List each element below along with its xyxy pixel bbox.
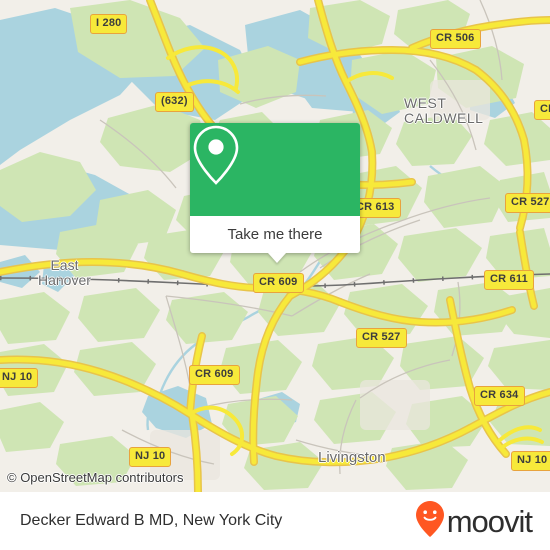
location-popup[interactable]: Take me there bbox=[190, 123, 360, 263]
road-shield-nj-10-center[interactable]: NJ 10 bbox=[129, 447, 172, 467]
popup-tail bbox=[268, 253, 286, 263]
footer-bar: Decker Edward B MD, New York City moovit bbox=[0, 492, 550, 550]
moovit-wordmark: moovit bbox=[446, 503, 533, 539]
place-label-east-hanover: East Hanover bbox=[38, 257, 91, 288]
road-shield-cr-506[interactable]: CR 506 bbox=[430, 29, 481, 49]
road-shield-cr-634[interactable]: CR 634 bbox=[474, 386, 525, 406]
popup-pin-area bbox=[190, 123, 360, 216]
road-shield-nj-10-west[interactable]: NJ 10 bbox=[0, 368, 39, 388]
take-me-there-label: Take me there bbox=[227, 226, 323, 243]
road-shield-i-280[interactable]: I 280 bbox=[90, 14, 128, 34]
road-shield-nj-10-east[interactable]: NJ 10 bbox=[511, 451, 550, 471]
map-screenshot-root: WEST CALDWELL East Hanover Livingston I … bbox=[0, 0, 550, 550]
road-shield-632[interactable]: (632) bbox=[155, 92, 194, 112]
road-shield-cr-527-east[interactable]: CR 527 bbox=[505, 193, 550, 213]
road-shield-cr-609-north[interactable]: CR 609 bbox=[253, 273, 304, 293]
take-me-there-button[interactable]: Take me there bbox=[190, 216, 360, 253]
moovit-brand[interactable]: moovit bbox=[415, 500, 533, 543]
moovit-pin-smiley-icon bbox=[415, 500, 445, 543]
footer-place-title: Decker Edward B MD, New York City bbox=[20, 512, 283, 529]
place-label-livingston: Livingston bbox=[318, 449, 386, 466]
road-shield-cr-partial[interactable]: CR bbox=[534, 100, 550, 120]
road-shield-cr-611[interactable]: CR 611 bbox=[484, 270, 534, 290]
road-shield-cr-527-south[interactable]: CR 527 bbox=[356, 328, 407, 348]
place-label-west-caldwell: WEST CALDWELL bbox=[404, 95, 484, 126]
osm-attribution[interactable]: © OpenStreetMap contributors bbox=[7, 470, 184, 485]
map-canvas[interactable]: WEST CALDWELL East Hanover Livingston I … bbox=[0, 0, 550, 492]
road-shield-cr-609-south[interactable]: CR 609 bbox=[189, 365, 240, 385]
